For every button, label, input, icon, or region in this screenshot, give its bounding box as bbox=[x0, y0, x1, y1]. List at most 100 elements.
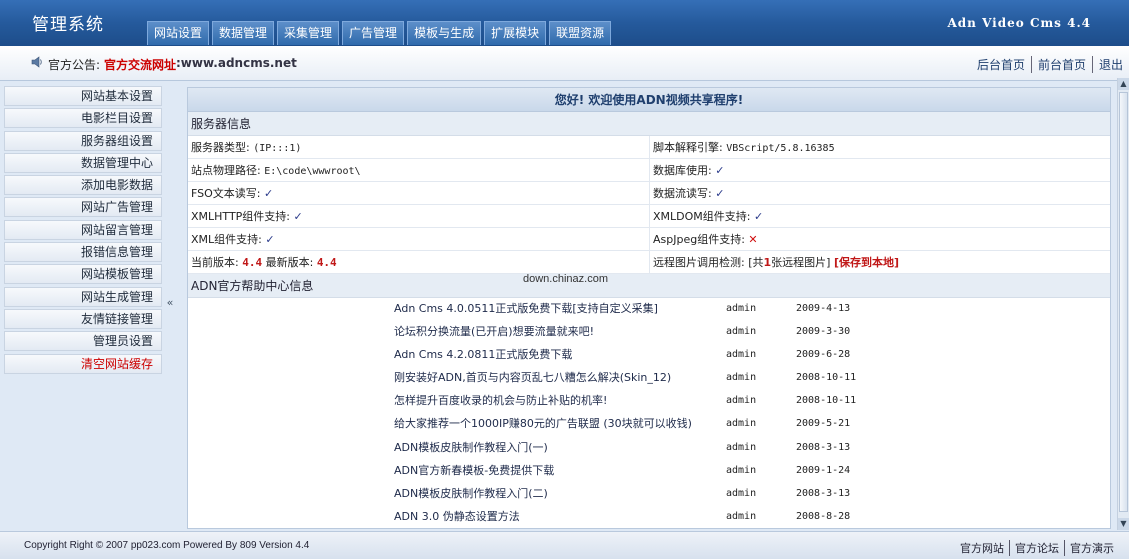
news-author: admin bbox=[726, 349, 757, 361]
news-title-link[interactable]: ADN模板皮肤制作教程入门(二) bbox=[394, 482, 548, 505]
top-nav: 网站设置 数据管理 采集管理 广告管理 模板与生成 扩展模块 联盟资源 bbox=[147, 21, 612, 45]
footer: Copyright Right © 2007 pp023.com Powered… bbox=[0, 531, 1129, 559]
news-title-link[interactable]: ADN 3.0 伪静态设置方法 bbox=[394, 505, 520, 528]
tab-ad-management[interactable]: 广告管理 bbox=[342, 21, 405, 45]
cross-icon: ✕ bbox=[748, 233, 758, 246]
page-scrollbar[interactable]: ▲ ▼ bbox=[1117, 78, 1129, 530]
tab-alliance-resources[interactable]: 联盟资源 bbox=[549, 21, 612, 45]
list-item: 刚安装好ADN,首页与内容页乱七八糟怎么解决(Skin_12) admin 20… bbox=[188, 366, 1110, 389]
sidebar-item-friend-links[interactable]: 友情链接管理 bbox=[4, 308, 162, 329]
sidebar-item-add-movie[interactable]: 添加电影数据 bbox=[4, 175, 162, 196]
news-title-link[interactable]: 给大家推荐一个1000IP赚80元的广告联盟 (30块就可以收钱) bbox=[394, 412, 692, 435]
sidebar-item-error-reports[interactable]: 报错信息管理 bbox=[4, 242, 162, 263]
official-site-link[interactable]: 官方网站 bbox=[955, 540, 1009, 556]
sidebar-item-generation[interactable]: 网站生成管理 bbox=[4, 286, 162, 307]
sidebar-item-site-basic[interactable]: 网站基本设置 bbox=[4, 86, 162, 106]
notice-link[interactable]: 官方交流网址 bbox=[104, 56, 176, 73]
tab-data-management[interactable]: 数据管理 bbox=[212, 21, 275, 45]
sidebar-item-admins[interactable]: 管理员设置 bbox=[4, 331, 162, 352]
news-date: 2009-1-24 bbox=[796, 464, 851, 476]
remote-image-check: 远程图片调用检测: [共1张远程图片] [保存到本地] bbox=[649, 251, 1110, 273]
sidebar-item-movie-columns[interactable]: 电影栏目设置 bbox=[4, 108, 162, 129]
save-local-link[interactable]: [保存到本地] bbox=[834, 256, 899, 269]
xmldom-support: XMLDOM组件支持: ✓ bbox=[649, 205, 1110, 227]
news-date: 2008-3-13 bbox=[796, 441, 851, 453]
physical-path: 站点物理路径: E:\code\wwwroot\ bbox=[191, 164, 361, 177]
physical-path-value: E:\code\wwwroot\ bbox=[264, 166, 361, 177]
check-icon: ✓ bbox=[263, 187, 274, 200]
scroll-down-icon[interactable]: ▼ bbox=[1118, 518, 1129, 530]
news-date: 2009-4-13 bbox=[796, 303, 851, 314]
xml-support: XML组件支持: ✓ bbox=[191, 233, 275, 246]
news-author: admin bbox=[726, 510, 757, 522]
news-author: admin bbox=[726, 395, 757, 407]
news-author: admin bbox=[726, 487, 757, 499]
database-usage: 数据库使用: ✓ bbox=[649, 159, 1110, 181]
tab-extension-modules[interactable]: 扩展模块 bbox=[484, 21, 547, 45]
server-type: 服务器类型: (IP:::1) bbox=[191, 141, 302, 154]
news-list: Adn Cms 4.0.0511正式版免费下载[支持自定义采集] admin 2… bbox=[188, 297, 1110, 528]
tab-site-settings[interactable]: 网站设置 bbox=[147, 21, 210, 45]
info-row: 当前版本: 4.4 最新版本: 4.4 远程图片调用检测: [共1张远程图片] … bbox=[188, 251, 1110, 274]
app-title: 管理系统 bbox=[32, 15, 104, 35]
list-item: Adn Cms 4.2.0811正式版免费下载 admin 2009-6-28 bbox=[188, 343, 1110, 366]
fso-support: FSO文本读写: ✓ bbox=[191, 187, 274, 200]
latest-version: 4.4 bbox=[316, 256, 337, 269]
check-icon: ✓ bbox=[265, 233, 275, 246]
server-info-heading: 服务器信息 bbox=[188, 112, 1110, 136]
stream-support: 数据流读写: ✓ bbox=[649, 182, 1110, 204]
server-type-value: (IP:::1) bbox=[253, 143, 302, 154]
aspjpeg-support: AspJpeg组件支持: ✕ bbox=[649, 228, 1110, 250]
news-author: admin bbox=[726, 464, 757, 476]
info-row: XML组件支持: ✓ AspJpeg组件支持: ✕ bbox=[188, 228, 1110, 251]
info-row: 服务器类型: (IP:::1) 脚本解释引擎: VBScript/5.8.163… bbox=[188, 136, 1110, 159]
info-row: FSO文本读写: ✓ 数据流读写: ✓ bbox=[188, 182, 1110, 205]
help-center-heading: ADN官方帮助中心信息 bbox=[188, 274, 1110, 298]
news-title-link[interactable]: ADN官方新春模板-免费提供下载 bbox=[394, 459, 554, 482]
official-demo-link[interactable]: 官方演示 bbox=[1064, 540, 1119, 556]
news-date: 2008-3-13 bbox=[796, 487, 851, 499]
tab-templates-generation[interactable]: 模板与生成 bbox=[407, 21, 482, 45]
list-item: ADN模板皮肤制作教程入门(二) admin 2008-3-13 bbox=[188, 482, 1110, 505]
current-version: 4.4 bbox=[242, 256, 263, 269]
script-engine: 脚本解释引擎: VBScript/5.8.16385 bbox=[649, 136, 1110, 158]
main-panel: 您好! 欢迎使用ADN视频共享程序! 服务器信息 服务器类型: (IP:::1)… bbox=[187, 87, 1111, 529]
news-title-link[interactable]: 刚安装好ADN,首页与内容页乱七八糟怎么解决(Skin_12) bbox=[394, 366, 671, 389]
list-item: 论坛积分换流量(已开启)想要流量就来吧! admin 2009-3-30 bbox=[188, 320, 1110, 343]
welcome-banner: 您好! 欢迎使用ADN视频共享程序! bbox=[188, 88, 1110, 112]
info-row: XMLHTTP组件支持: ✓ XMLDOM组件支持: ✓ bbox=[188, 205, 1110, 228]
news-author: admin bbox=[726, 418, 757, 430]
sidebar-item-data-center[interactable]: 数据管理中心 bbox=[4, 152, 162, 173]
official-forum-link[interactable]: 官方论坛 bbox=[1009, 540, 1064, 556]
notice-label: 官方公告: bbox=[48, 58, 101, 72]
news-title-link[interactable]: 论坛积分换流量(已开启)想要流量就来吧! bbox=[394, 320, 594, 343]
sidebar-item-ads[interactable]: 网站广告管理 bbox=[4, 197, 162, 218]
news-title-link[interactable]: ADN模板皮肤制作教程入门(一) bbox=[394, 436, 548, 459]
news-date: 2008-8-28 bbox=[796, 510, 851, 522]
news-title-link[interactable]: Adn Cms 4.2.0811正式版免费下载 bbox=[394, 343, 572, 366]
check-icon: ✓ bbox=[715, 164, 725, 177]
tab-collection-management[interactable]: 采集管理 bbox=[277, 21, 340, 45]
logout-link[interactable]: 退出 bbox=[1091, 56, 1129, 73]
sidebar-item-clear-cache[interactable]: 清空网站缓存 bbox=[4, 353, 162, 374]
scroll-up-icon[interactable]: ▲ bbox=[1118, 78, 1129, 90]
list-item: ADN模板皮肤制作教程入门(一) admin 2008-3-13 bbox=[188, 436, 1110, 459]
news-author: admin bbox=[726, 441, 757, 453]
scroll-thumb[interactable] bbox=[1119, 92, 1128, 512]
speaker-icon bbox=[31, 56, 42, 68]
sidebar-item-server-groups[interactable]: 服务器组设置 bbox=[4, 130, 162, 151]
news-title-link[interactable]: Adn Cms 4.0.0511正式版免费下载[支持自定义采集] bbox=[394, 297, 658, 320]
news-date: 2009-5-21 bbox=[796, 418, 851, 430]
xmlhttp-support: XMLHTTP组件支持: ✓ bbox=[191, 210, 303, 223]
sidebar-item-guestbook[interactable]: 网站留言管理 bbox=[4, 219, 162, 240]
sidebar-item-templates[interactable]: 网站模板管理 bbox=[4, 264, 162, 285]
news-title-link[interactable]: 怎样提升百度收录的机会与防止补贴的机率! bbox=[394, 389, 607, 412]
list-item: 给大家推荐一个1000IP赚80元的广告联盟 (30块就可以收钱) admin … bbox=[188, 412, 1110, 435]
collapse-sidebar-button[interactable]: « bbox=[164, 296, 176, 310]
watermark: down.chinaz.com bbox=[523, 273, 608, 285]
notice-url[interactable]: :www.adncms.net bbox=[176, 56, 297, 70]
check-icon: ✓ bbox=[753, 210, 764, 223]
frontend-home-link[interactable]: 前台首页 bbox=[1030, 56, 1092, 73]
news-date: 2009-6-28 bbox=[796, 349, 851, 361]
admin-home-link[interactable]: 后台首页 bbox=[971, 56, 1031, 73]
